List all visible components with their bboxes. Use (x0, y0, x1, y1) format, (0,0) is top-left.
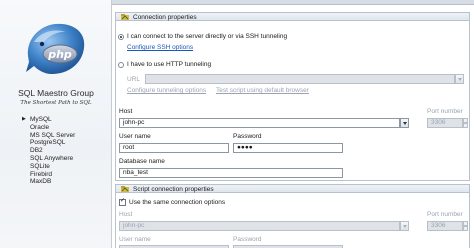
tagline: The Shortest Path to SQL (20, 100, 92, 106)
database-item-label: SQL Anywhere (30, 154, 74, 162)
database-item-label: SQLite (30, 162, 50, 170)
database-list: ▶ MySQL Oracle MS SQL Server PostgreSQL DB2 SQ… (22, 116, 75, 186)
company-name: SQL Maestro Group (18, 88, 94, 98)
database-item[interactable]: Firebird (30, 171, 75, 179)
user-name-input[interactable]: root (119, 143, 229, 153)
database-item[interactable]: PostgreSQL (30, 139, 75, 147)
group-icon (121, 186, 129, 192)
same-options-checkbox[interactable] (119, 199, 126, 206)
script-port-label: Port number (427, 211, 463, 218)
host-label: Host (119, 108, 133, 115)
same-options-label: Use the same connection options (129, 199, 226, 206)
database-item[interactable]: ▶ MySQL (22, 116, 75, 124)
database-item-label: Firebird (30, 170, 53, 178)
test-script-link[interactable]: Test script using default browser (216, 87, 309, 94)
port-label: Port number (427, 108, 463, 115)
settings-panel: Connection properties I can connect to t… (113, 5, 474, 248)
group-icon (121, 14, 129, 20)
url-label: URL (127, 76, 141, 83)
database-item-label: MaxDB (30, 178, 52, 186)
direct-connection-radio[interactable] (118, 34, 124, 40)
password-input[interactable]: ●●●● (233, 143, 343, 153)
user-name-label: User name (119, 133, 151, 140)
database-item-label: PostgreSQL (30, 139, 66, 147)
database-item[interactable]: Oracle (30, 124, 75, 132)
script-user-name-label: User name (119, 236, 151, 243)
connection-properties-header: Connection properties (115, 12, 470, 21)
direct-connection-label: I can connect to the server directly or … (127, 33, 288, 40)
password-label: Password (233, 133, 262, 140)
database-item[interactable]: SQL Anywhere (30, 155, 75, 163)
script-port-spinner[interactable] (463, 221, 468, 231)
configure-ssh-link[interactable]: Configure SSH options (127, 44, 193, 51)
port-spinner[interactable] (463, 118, 468, 128)
script-properties-title: Script connection properties (133, 186, 214, 193)
script-host-label: Host (119, 211, 133, 218)
database-item[interactable]: MaxDB (30, 178, 75, 186)
database-item[interactable]: SQLite (30, 163, 75, 171)
database-item[interactable]: DB2 (30, 147, 75, 155)
http-tunneling-radio[interactable] (118, 62, 124, 68)
database-item-label: DB2 (30, 147, 43, 155)
php-dolphin-logo: php (26, 23, 85, 74)
port-input[interactable]: 3306 (427, 118, 463, 128)
database-item-label: Oracle (30, 123, 50, 131)
script-properties-header: Script connection properties (115, 184, 470, 193)
script-host-input[interactable]: john-pc (119, 221, 400, 231)
selected-arrow-icon: ▶ (22, 116, 26, 122)
script-port-input[interactable]: 3306 (427, 221, 463, 231)
connection-properties-title: Connection properties (133, 14, 197, 21)
script-host-dropdown-button[interactable] (400, 221, 409, 231)
database-name-label: Database name (119, 158, 165, 165)
database-name-input[interactable]: nba_test (119, 168, 343, 178)
configure-tunneling-link[interactable]: Configure tunneling options (127, 87, 206, 94)
database-item-label: MS SQL Server (30, 131, 76, 139)
url-dropdown-button[interactable] (455, 74, 464, 84)
branding-panel: php SQL Maestro Group The Shortest Path … (0, 0, 112, 248)
script-password-label: Password (233, 236, 262, 243)
host-input[interactable]: john-pc (119, 118, 400, 128)
database-item[interactable]: MS SQL Server (30, 132, 75, 140)
logo-text: php (47, 48, 72, 61)
host-dropdown-button[interactable] (400, 118, 409, 128)
url-input[interactable] (145, 74, 455, 84)
database-item-label: MySQL (30, 116, 52, 123)
http-tunneling-label: I have to use HTTP tunneling (127, 61, 212, 68)
